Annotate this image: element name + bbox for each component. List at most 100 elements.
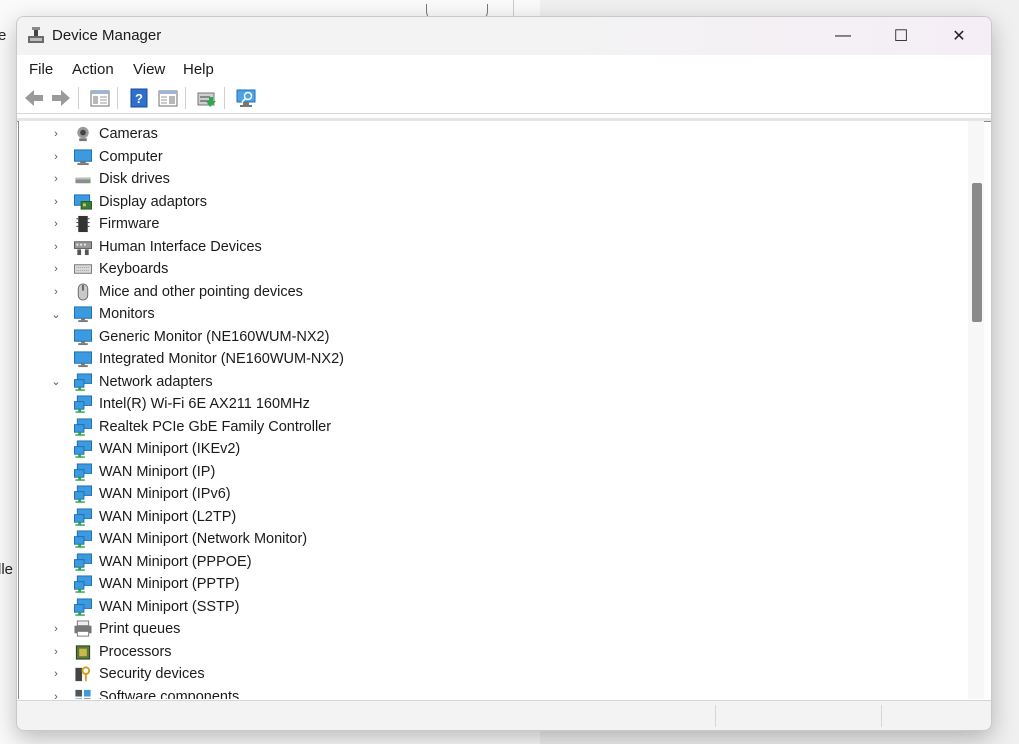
chevron-right-icon[interactable]: › <box>49 623 63 635</box>
toolbar-separator <box>117 87 118 109</box>
tree-item-label: Intel(R) Wi-Fi 6E AX211 160MHz <box>99 396 310 412</box>
toolbar-separator <box>185 87 186 109</box>
network-adapter-icon <box>74 395 92 413</box>
display-adapter-icon <box>74 193 92 210</box>
device-manager-app-icon <box>28 27 44 43</box>
svg-text:?: ? <box>135 91 143 106</box>
close-button[interactable]: ✕ <box>930 17 988 55</box>
chevron-right-icon[interactable]: › <box>49 286 63 298</box>
status-divider <box>715 705 716 727</box>
tree-device-item[interactable]: WAN Miniport (IP) <box>73 461 215 483</box>
tree-category[interactable]: › Display adaptors <box>49 191 207 213</box>
tree-item-label: WAN Miniport (L2TP) <box>99 508 237 525</box>
scan-hardware-icon[interactable] <box>235 87 257 109</box>
chevron-right-icon[interactable]: › <box>49 128 63 140</box>
chevron-right-icon[interactable]: › <box>49 668 63 680</box>
device-manager-window: Device Manager — ☐ ✕ File Action View He… <box>16 16 992 731</box>
tree-device-item[interactable]: Intel(R) Wi-Fi 6E AX211 160MHz <box>73 393 310 415</box>
tree-item-label: WAN Miniport (IP) <box>99 463 216 480</box>
menu-action[interactable]: Action <box>72 61 114 78</box>
tree-category[interactable]: › Human Interface Devices <box>49 236 262 258</box>
tree-device-item[interactable]: WAN Miniport (PPPOE) <box>73 551 252 573</box>
minimize-icon: — <box>835 27 851 44</box>
network-adapter-icon <box>74 552 92 571</box>
tree-item-label: Human Interface Devices <box>99 238 262 255</box>
tree-device-item[interactable]: Integrated Monitor (NE160WUM-NX2) <box>73 348 344 370</box>
tree-category[interactable]: › Mice and other pointing devices <box>49 281 303 303</box>
title-bar[interactable]: Device Manager — ☐ ✕ <box>17 17 991 55</box>
tree-item-label: Realtek PCIe GbE Family Controller <box>99 418 332 435</box>
tree-item-label: WAN Miniport (SSTP) <box>99 598 240 615</box>
tree-category[interactable]: › Software components <box>49 686 239 700</box>
tree-item-label: Display adaptors <box>99 193 207 210</box>
chevron-right-icon[interactable]: › <box>49 241 63 253</box>
chevron-right-icon[interactable]: › <box>49 218 63 230</box>
disk-drive-icon <box>75 177 91 184</box>
printer-icon <box>74 620 92 637</box>
tree-category[interactable]: › Keyboards <box>49 258 168 280</box>
device-tree[interactable]: › Cameras › Computer › Disk drives › Display ad… <box>18 121 969 699</box>
camera-icon <box>77 126 89 142</box>
tree-item-label: Security devices <box>99 666 205 682</box>
menu-file[interactable]: File <box>29 61 53 78</box>
minimize-button[interactable]: — <box>814 17 872 55</box>
keyboard-icon <box>74 264 92 274</box>
tree-item-label: Integrated Monitor (NE160WUM-NX2) <box>99 351 344 367</box>
chevron-right-icon[interactable]: › <box>49 196 63 208</box>
tree-item-label: Disk drives <box>99 171 170 187</box>
menu-help[interactable]: Help <box>183 61 214 78</box>
tree-device-item[interactable]: WAN Miniport (Network Monitor) <box>73 528 307 550</box>
tree-item-label: Network adapters <box>99 373 213 390</box>
chevron-right-icon[interactable]: › <box>49 691 63 700</box>
software-component-icon <box>75 689 91 699</box>
tree-category[interactable]: › Cameras <box>49 123 158 145</box>
maximize-icon: ☐ <box>893 28 909 45</box>
tree-category[interactable]: › Disk drives <box>49 168 170 190</box>
update-driver-icon[interactable] <box>196 87 218 109</box>
chevron-right-icon[interactable]: › <box>49 173 63 185</box>
tree-item-label: WAN Miniport (IKEv2) <box>99 441 241 457</box>
tree-device-item[interactable]: WAN Miniport (IPv6) <box>73 483 231 505</box>
chevron-right-icon[interactable]: › <box>49 151 63 163</box>
tree-category[interactable]: › Firmware <box>49 213 159 235</box>
chevron-down-icon[interactable]: ⌄ <box>49 375 63 388</box>
scrollbar-thumb[interactable] <box>972 182 982 322</box>
tree-category[interactable]: › Security devices <box>49 663 205 685</box>
menu-view[interactable]: View <box>133 61 165 78</box>
network-adapter-icon <box>74 485 92 503</box>
tree-device-item[interactable]: Realtek PCIe GbE Family Controller <box>73 416 331 438</box>
tree-category[interactable]: › Processors <box>49 641 171 663</box>
menu-bar: File Action View Help <box>17 55 991 83</box>
tree-category[interactable]: ⌄ Network adapters <box>49 371 213 393</box>
back-icon[interactable] <box>23 87 45 109</box>
chevron-down-icon[interactable]: ⌄ <box>49 308 63 321</box>
hid-icon <box>74 240 92 255</box>
tree-device-item[interactable]: WAN Miniport (L2TP) <box>73 506 236 528</box>
window-title: Device Manager <box>52 27 162 44</box>
network-adapter-icon <box>74 417 92 436</box>
tree-item-label: WAN Miniport (Network Monitor) <box>99 531 308 547</box>
forward-icon[interactable] <box>50 87 72 109</box>
maximize-button[interactable]: ☐ <box>872 17 930 55</box>
background-text-fragment: e <box>0 27 7 44</box>
tree-category[interactable]: › Print queues <box>49 618 180 640</box>
help-icon[interactable]: ? <box>128 87 150 109</box>
tree-category[interactable]: ⌄ Monitors <box>49 303 155 325</box>
tree-device-item[interactable]: WAN Miniport (SSTP) <box>73 596 239 618</box>
toolbar-separator <box>78 87 79 109</box>
tree-device-item[interactable]: WAN Miniport (PPTP) <box>73 573 239 595</box>
tree-item-label: Firmware <box>99 216 160 232</box>
tree-item-label: Keyboards <box>99 261 169 277</box>
tree-device-item[interactable]: Generic Monitor (NE160WUM-NX2) <box>73 326 329 348</box>
chevron-right-icon[interactable]: › <box>49 646 63 658</box>
tree-category[interactable]: › Computer <box>49 146 163 168</box>
network-adapter-icon <box>74 462 92 481</box>
network-adapter-icon <box>74 440 92 458</box>
tree-item-label: WAN Miniport (PPPOE) <box>99 553 252 570</box>
tree-item-label: Print queues <box>99 621 181 637</box>
chevron-right-icon[interactable]: › <box>49 263 63 275</box>
tree-device-item[interactable]: WAN Miniport (IKEv2) <box>73 438 240 460</box>
mouse-icon <box>77 282 89 301</box>
properties-icon[interactable] <box>157 87 179 109</box>
show-hide-console-tree-icon[interactable] <box>89 87 111 109</box>
